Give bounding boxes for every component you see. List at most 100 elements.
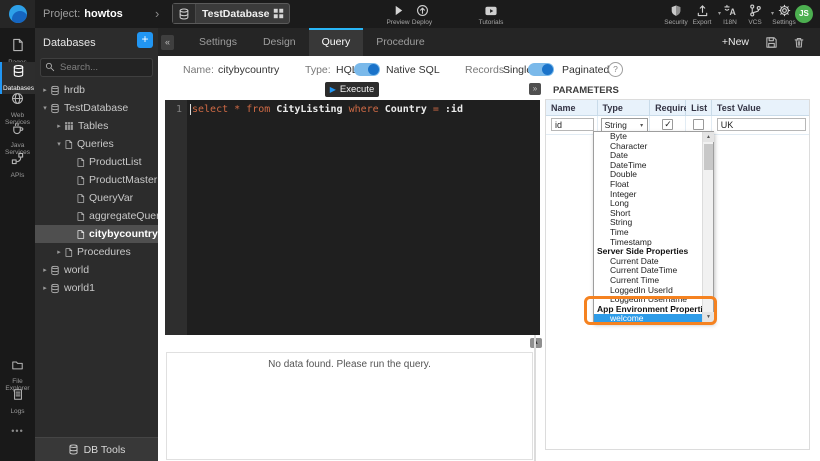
caret-right-icon[interactable]: ▸: [54, 122, 64, 130]
caret-down-icon[interactable]: ▾: [54, 140, 64, 148]
scroll-up-icon[interactable]: ▲: [703, 132, 714, 142]
tab-settings[interactable]: Settings: [186, 28, 250, 56]
document-icon: [76, 193, 85, 204]
type-label: Type:: [305, 64, 331, 76]
breadcrumb-chevron-icon: ›: [155, 0, 159, 28]
database-icon: [173, 4, 196, 23]
api-nodes-icon: [11, 152, 24, 165]
select-arrow-icon: ▾: [637, 122, 647, 129]
tab-design[interactable]: Design: [250, 28, 309, 56]
deploy-label: Deploy: [404, 19, 440, 26]
column-header-type: Type: [598, 100, 651, 116]
param-type-select[interactable]: String ▾: [601, 118, 648, 132]
parameters-header-row: Name Type Required List Test Value: [546, 100, 809, 116]
db-tools-button[interactable]: DB Tools: [35, 437, 158, 461]
editor-tab-strip: « Settings Design Query Procedure +New: [158, 28, 820, 56]
document-icon: [76, 175, 85, 186]
sql-code-editor[interactable]: 1 select * from CityListing where Countr…: [165, 100, 540, 335]
tree-item-world[interactable]: ▸world: [35, 261, 158, 279]
grid-icon[interactable]: [273, 8, 284, 19]
tab-procedure[interactable]: Procedure: [363, 28, 437, 56]
expand-editor-button[interactable]: »: [529, 83, 541, 95]
test-value-input[interactable]: [717, 118, 806, 131]
page-icon: [11, 38, 24, 52]
caret-down-icon[interactable]: ▾: [40, 104, 50, 112]
search-icon: [45, 62, 55, 72]
database-icon: [50, 103, 60, 114]
tree-item-tables[interactable]: ▸Tables: [35, 117, 158, 135]
tree-item-queryvar[interactable]: QueryVar: [35, 189, 158, 207]
caret-right-icon[interactable]: ▸: [40, 266, 50, 274]
document-icon: [64, 247, 73, 258]
svg-text:A: A: [730, 7, 737, 17]
tree-item-procedures[interactable]: ▸Procedures: [35, 243, 158, 261]
execute-button[interactable]: ▶ Execute: [325, 82, 379, 97]
collapse-results-button[interactable]: ▴: [530, 338, 542, 348]
wavemaker-logo-icon: [9, 5, 27, 23]
query-results-panel: No data found. Please run the query.: [166, 352, 533, 460]
type-option-native-sql[interactable]: Native SQL: [386, 64, 440, 76]
type-toggle[interactable]: [354, 63, 380, 76]
tab-query[interactable]: Query: [309, 28, 364, 56]
tree-search: [40, 58, 153, 77]
tutorials-button[interactable]: Tutorials: [473, 4, 509, 26]
column-header-required: Required: [650, 100, 686, 116]
user-avatar[interactable]: JS: [795, 5, 813, 23]
caret-right-icon[interactable]: ▸: [54, 248, 64, 256]
scroll-down-icon[interactable]: ▼: [703, 312, 714, 322]
trash-icon: [793, 36, 805, 49]
sql-code-line: select * from CityListing where Country …: [192, 104, 463, 115]
search-input[interactable]: [58, 59, 154, 76]
tutorials-label: Tutorials: [473, 19, 509, 26]
database-icon: [50, 283, 60, 294]
tree-item-citybycountry-selected[interactable]: citybycountry: [35, 225, 158, 243]
list-checkbox[interactable]: [693, 119, 704, 130]
help-icon[interactable]: ?: [608, 62, 623, 77]
scrollbar-thumb[interactable]: [704, 144, 713, 170]
play-icon: ▶: [330, 86, 336, 94]
sidebar-item-logs[interactable]: Logs: [0, 386, 35, 417]
document-icon: [64, 139, 73, 150]
name-label: Name:: [183, 64, 214, 76]
tree-item-productlist[interactable]: ProductList: [35, 153, 158, 171]
sidebar-item-apis[interactable]: APIs: [0, 150, 35, 181]
dropdown-scrollbar[interactable]: ▲ ▼: [702, 132, 713, 322]
records-option-paginated[interactable]: Paginated: [562, 64, 609, 76]
panel-title: Databases: [43, 37, 96, 49]
folder-icon: [11, 359, 24, 371]
required-checkbox[interactable]: [662, 119, 673, 130]
document-icon: [76, 157, 85, 168]
log-file-icon: [12, 388, 24, 401]
new-query-button[interactable]: +New: [722, 36, 749, 48]
caret-right-icon[interactable]: ▸: [40, 284, 50, 292]
tree-item-aggregatequery[interactable]: aggregateQuery: [35, 207, 158, 225]
tree-item-productmasterlist[interactable]: ProductMasterList: [35, 171, 158, 189]
save-button[interactable]: [765, 36, 778, 49]
collapse-panel-button[interactable]: «: [161, 35, 174, 50]
top-bar: Project:howtos › TestDatabase Preview De…: [0, 0, 820, 28]
asset-tab-label: TestDatabase: [196, 8, 273, 20]
database-tree: ▸hrdb ▾TestDatabase ▸Tables ▾Queries Pro…: [35, 81, 158, 297]
dropdown-option-welcome-selected[interactable]: welcome: [594, 314, 702, 322]
database-icon: [50, 265, 60, 276]
deploy-button[interactable]: Deploy: [404, 4, 440, 26]
records-toggle[interactable]: [528, 63, 554, 76]
add-database-button[interactable]: +: [137, 32, 153, 48]
tree-item-hrdb[interactable]: ▸hrdb: [35, 81, 158, 99]
tree-item-testdatabase[interactable]: ▾TestDatabase: [35, 99, 158, 117]
more-options-button[interactable]: •••: [0, 426, 35, 436]
left-nav-rail: Pages Databases Web Services Java Servic…: [0, 28, 35, 461]
tree-item-world1[interactable]: ▸world1: [35, 279, 158, 297]
column-header-name: Name: [546, 100, 598, 116]
delete-button[interactable]: [793, 36, 805, 49]
empty-results-message: No data found. Please run the query.: [167, 359, 532, 370]
floppy-icon: [765, 36, 778, 49]
tree-item-queries[interactable]: ▾Queries: [35, 135, 158, 153]
db-tools-icon: [68, 444, 79, 455]
query-name-value: citybycountry: [218, 64, 279, 76]
caret-right-icon[interactable]: ▸: [40, 86, 50, 94]
wavemaker-logo[interactable]: [0, 0, 35, 28]
type-options-list: Byte Character Date DateTime Double Floa…: [594, 132, 702, 322]
asset-tab-testdatabase[interactable]: TestDatabase: [172, 3, 290, 24]
param-name-input[interactable]: [551, 118, 594, 131]
